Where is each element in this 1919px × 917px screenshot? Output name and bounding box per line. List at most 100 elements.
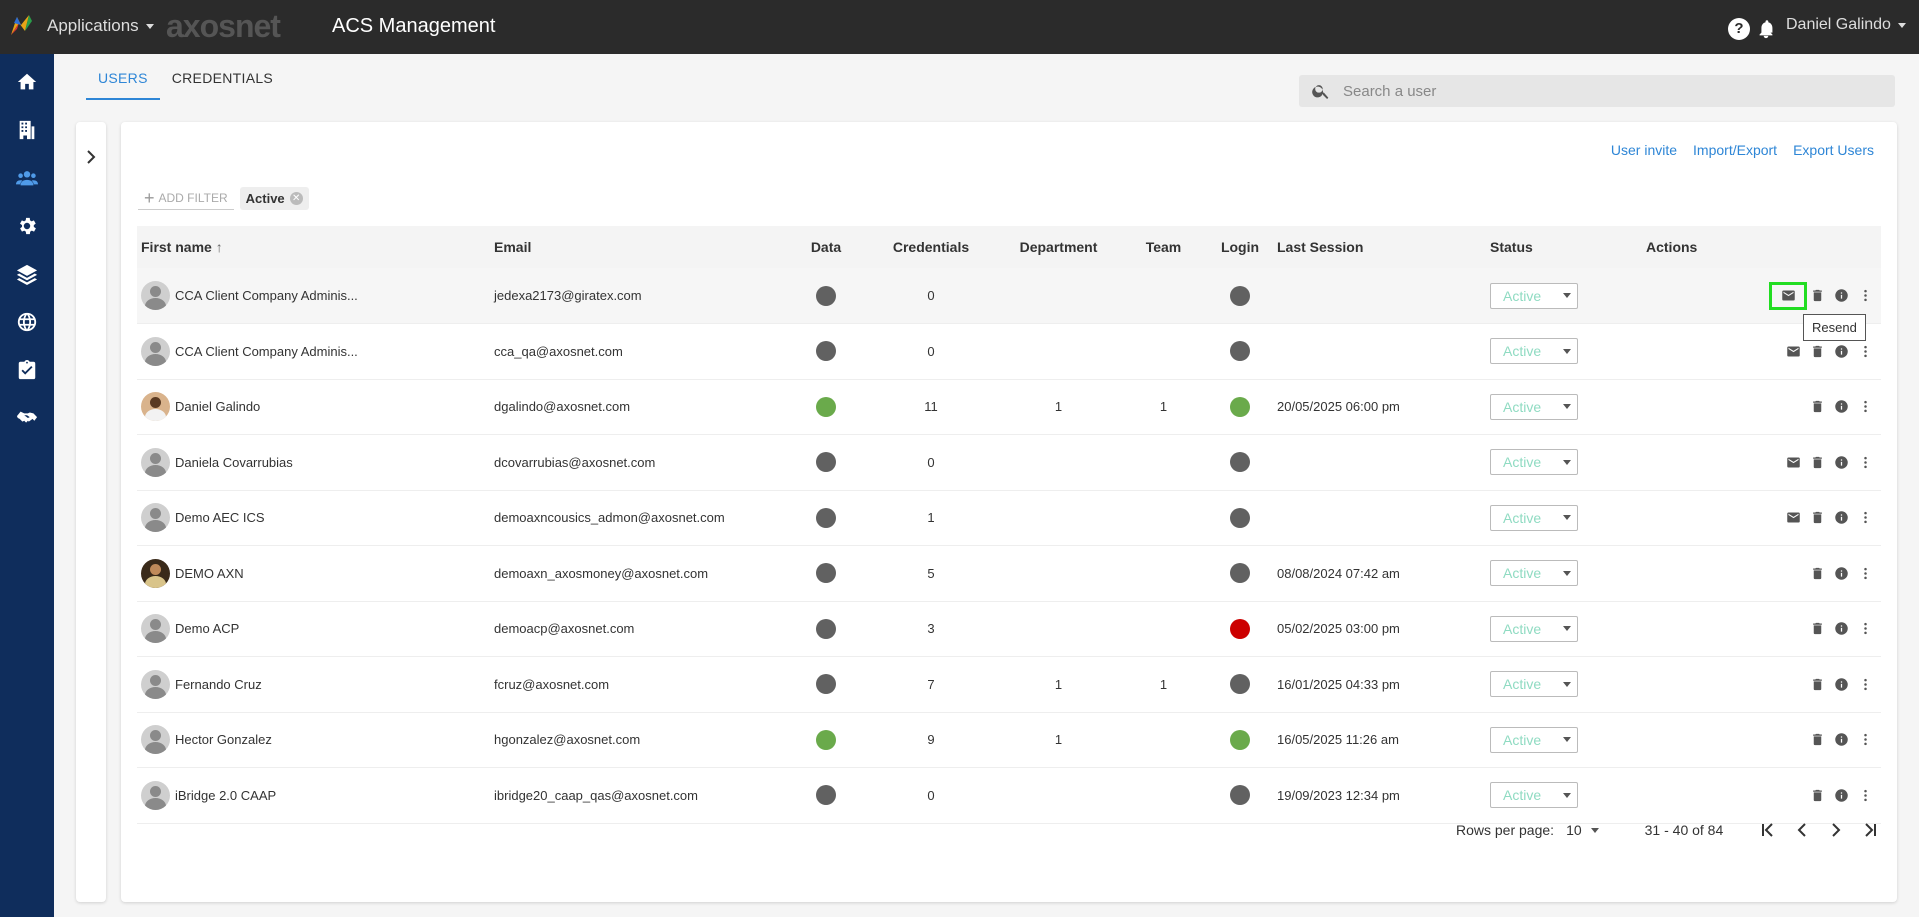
building-icon — [19, 120, 35, 140]
more-options-button[interactable] — [1857, 676, 1873, 692]
tab-users[interactable]: USERS — [86, 60, 160, 100]
first-page-button[interactable] — [1751, 822, 1785, 838]
table-row[interactable]: Hector Gonzalez hgonzalez@axosnet.com 9 … — [137, 712, 1881, 768]
user-department — [1001, 435, 1116, 491]
info-button[interactable] — [1833, 343, 1849, 359]
delete-button[interactable] — [1809, 288, 1825, 304]
export-users-link[interactable]: Export Users — [1793, 142, 1874, 158]
resend-invite-button[interactable] — [1769, 281, 1807, 310]
status-dropdown[interactable]: Active — [1490, 282, 1578, 309]
more-options-button[interactable] — [1857, 288, 1873, 304]
table-row[interactable]: Daniela Covarrubias dcovarrubias@axosnet… — [137, 435, 1881, 491]
add-filter-button[interactable]: + ADD FILTER — [138, 187, 234, 210]
delete-button[interactable] — [1809, 787, 1825, 803]
status-dropdown[interactable]: Active — [1490, 393, 1578, 420]
sidebar-item-home[interactable] — [10, 65, 44, 99]
delete-button[interactable] — [1809, 399, 1825, 415]
status-dropdown[interactable]: Active — [1490, 338, 1578, 365]
table-row[interactable]: DEMO AXN demoaxn_axosmoney@axosnet.com 5… — [137, 546, 1881, 601]
delete-button[interactable] — [1809, 454, 1825, 470]
status-dropdown[interactable]: Active — [1490, 504, 1578, 531]
user-department — [1001, 268, 1116, 324]
header-department[interactable]: Department — [1001, 226, 1116, 268]
table-row[interactable]: Demo AEC ICS demoaxncousics_admon@axosne… — [137, 490, 1881, 546]
user-department: 1 — [1054, 732, 1063, 748]
delete-button[interactable] — [1809, 343, 1825, 359]
more-options-button[interactable] — [1857, 621, 1873, 637]
info-button[interactable] — [1833, 454, 1849, 470]
header-email[interactable]: Email — [494, 226, 791, 268]
more-options-button[interactable] — [1857, 565, 1873, 581]
sidebar-item-users[interactable] — [10, 161, 44, 195]
filter-panel-toggle[interactable] — [76, 122, 106, 902]
status-dropdown[interactable]: Active — [1490, 615, 1578, 642]
user-invite-link[interactable]: User invite — [1611, 142, 1677, 158]
more-options-button[interactable] — [1857, 732, 1873, 748]
delete-button[interactable] — [1809, 621, 1825, 637]
more-options-button[interactable] — [1857, 343, 1873, 359]
info-button[interactable] — [1833, 621, 1849, 637]
table-row[interactable]: Demo ACP demoacp@axosnet.com 3 05/02/202… — [137, 601, 1881, 657]
delete-button[interactable] — [1809, 676, 1825, 692]
user-email: demoaxncousics_admon@axosnet.com — [494, 510, 725, 526]
sidebar-item-global[interactable] — [10, 305, 44, 339]
info-button[interactable] — [1833, 399, 1849, 415]
resend-invite-button[interactable] — [1785, 510, 1801, 526]
delete-button[interactable] — [1809, 732, 1825, 748]
info-button[interactable] — [1833, 288, 1849, 304]
table-row[interactable]: iBridge 2.0 CAAP ibridge20_caap_qas@axos… — [137, 768, 1881, 823]
header-credentials[interactable]: Credentials — [861, 226, 1001, 268]
table-row[interactable]: Daniel Galindo dgalindo@axosnet.com 11 1… — [137, 379, 1881, 435]
info-button[interactable] — [1833, 676, 1849, 692]
login-status-dot — [1230, 285, 1250, 306]
status-dropdown[interactable]: Active — [1490, 671, 1578, 698]
status-dropdown[interactable]: Active — [1490, 560, 1578, 587]
more-options-button[interactable] — [1857, 454, 1873, 470]
status-dropdown[interactable]: Active — [1490, 782, 1578, 809]
rows-per-page-select[interactable]: 10 — [1566, 822, 1599, 838]
info-button[interactable] — [1833, 510, 1849, 526]
resend-invite-button[interactable] — [1785, 454, 1801, 470]
login-status-dot — [1230, 452, 1250, 473]
header-data[interactable]: Data — [791, 226, 861, 268]
more-options-button[interactable] — [1857, 399, 1873, 415]
help-icon[interactable]: ? — [1728, 18, 1750, 40]
app-logo-icon[interactable] — [8, 13, 34, 39]
info-button[interactable] — [1833, 565, 1849, 581]
status-dropdown[interactable]: Active — [1490, 449, 1578, 476]
delete-button[interactable] — [1809, 510, 1825, 526]
remove-filter-icon[interactable]: ✕ — [289, 192, 303, 205]
user-last-session: 16/05/2025 11:26 am — [1277, 732, 1399, 748]
next-page-button[interactable] — [1819, 822, 1853, 838]
status-dropdown[interactable]: Active — [1490, 726, 1578, 753]
user-team — [1116, 712, 1211, 768]
sidebar-item-settings[interactable] — [10, 209, 44, 243]
sidebar-item-layers[interactable] — [10, 257, 44, 291]
header-last-session[interactable]: Last Session — [1269, 226, 1490, 268]
sidebar-item-companies[interactable] — [10, 113, 44, 147]
more-options-button[interactable] — [1857, 510, 1873, 526]
user-last-session: 19/09/2023 12:34 pm — [1277, 787, 1400, 803]
sidebar-item-tasks[interactable] — [10, 353, 44, 387]
header-status[interactable]: Status — [1490, 226, 1640, 268]
header-team[interactable]: Team — [1116, 226, 1211, 268]
applications-menu[interactable]: Applications — [47, 16, 154, 36]
bell-icon[interactable] — [1755, 17, 1777, 41]
last-page-button[interactable] — [1853, 822, 1887, 838]
more-options-button[interactable] — [1857, 787, 1873, 803]
resend-invite-button[interactable] — [1785, 343, 1801, 359]
sidebar-item-partners[interactable] — [10, 401, 44, 435]
delete-button[interactable] — [1809, 565, 1825, 581]
header-login[interactable]: Login — [1211, 226, 1269, 268]
search-input[interactable] — [1343, 82, 1883, 100]
table-row[interactable]: CCA Client Company Adminis... jedexa2173… — [137, 268, 1881, 324]
tab-credentials[interactable]: CREDENTIALS — [160, 60, 285, 100]
table-row[interactable]: Fernando Cruz fcruz@axosnet.com 7 1 1 16… — [137, 657, 1881, 712]
info-button[interactable] — [1833, 732, 1849, 748]
prev-page-button[interactable] — [1785, 822, 1819, 838]
import-export-link[interactable]: Import/Export — [1693, 142, 1777, 158]
info-button[interactable] — [1833, 787, 1849, 803]
user-menu[interactable]: Daniel Galindo — [1786, 16, 1906, 34]
table-row[interactable]: CCA Client Company Adminis... cca_qa@axo… — [137, 324, 1881, 379]
header-first-name[interactable]: First name ↑ — [137, 226, 494, 268]
